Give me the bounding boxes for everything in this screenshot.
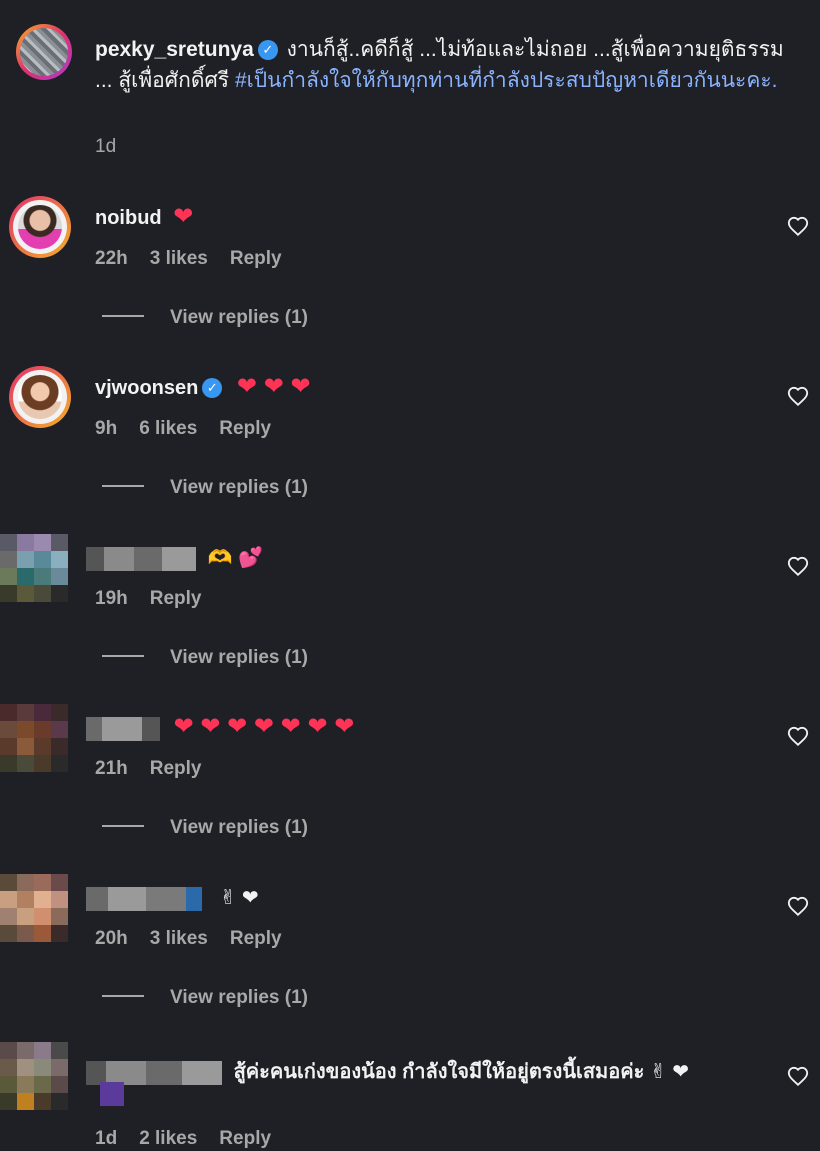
comment-username-blurred[interactable]	[86, 716, 160, 741]
comment-row-3: 🫶 💕	[86, 545, 263, 571]
comment-timestamp: 9h	[95, 418, 118, 439]
comment-avatar-blurred[interactable]	[0, 534, 68, 602]
reply-button[interactable]: Reply	[150, 758, 202, 779]
comment-meta: 22h 3 likes Reply	[95, 248, 304, 270]
comment-meta: 21h Reply	[95, 758, 224, 780]
divider	[102, 655, 144, 657]
comment-text: ❤	[173, 203, 194, 230]
comment-text: ✌ ❤	[219, 887, 259, 909]
comment-avatar-blurred[interactable]	[0, 874, 68, 942]
comment-timestamp: 20h	[95, 928, 128, 949]
caption-username[interactable]: pexky_sretunya	[95, 38, 254, 61]
heart-outline-icon[interactable]	[787, 216, 809, 238]
heart-outline-icon[interactable]	[787, 1066, 809, 1088]
view-replies-label: View replies (1)	[170, 477, 308, 498]
caption-avatar[interactable]	[16, 24, 72, 80]
view-replies-button[interactable]: View replies (1)	[102, 477, 308, 499]
comment-avatar[interactable]	[9, 366, 71, 428]
caption-timestamp: 1d	[95, 136, 117, 157]
comment-avatar-blurred[interactable]	[0, 704, 68, 772]
view-replies-button[interactable]: View replies (1)	[102, 987, 308, 1009]
comment-text: ❤ ❤ ❤	[236, 373, 311, 400]
comment-avatar[interactable]	[9, 196, 71, 258]
verified-badge-icon: ✓	[257, 40, 278, 60]
comment-row-2: vjwoonsen ✓ ❤ ❤ ❤	[95, 375, 317, 400]
divider	[102, 995, 144, 997]
view-replies-label: View replies (1)	[170, 647, 308, 668]
heart-outline-icon[interactable]	[787, 386, 809, 408]
avatar-image	[18, 205, 62, 249]
comment-row-6: สู้ค่ะคนเก่งของน้อง กำลังใจมีให้อยู่ตรงน…	[86, 1055, 689, 1087]
divider	[102, 315, 144, 317]
comment-row-5: ✌ ❤	[86, 885, 259, 911]
reply-button[interactable]: Reply	[219, 1128, 271, 1149]
comment-username[interactable]: noibud	[95, 207, 162, 229]
caption-avatar-image	[20, 28, 68, 76]
reply-button[interactable]: Reply	[219, 418, 271, 439]
comment-username-blurred[interactable]	[86, 546, 196, 571]
comment-timestamp: 1d	[95, 1128, 118, 1149]
view-replies-button[interactable]: View replies (1)	[102, 307, 308, 329]
post-caption: pexky_sretunya ✓ งานก็สู้..คดีก็สู้ ...ไม…	[95, 34, 795, 96]
comment-likes[interactable]: 3 likes	[150, 248, 208, 269]
heart-outline-icon[interactable]	[787, 726, 809, 748]
comment-text: สู้ค่ะคนเก่งของน้อง กำลังใจมีให้อยู่ตรงน…	[233, 1061, 689, 1083]
verified-badge-icon: ✓	[202, 378, 223, 398]
comment-avatar-blurred[interactable]	[0, 1042, 68, 1110]
reply-button[interactable]: Reply	[150, 588, 202, 609]
comment-row-4: ❤ ❤ ❤ ❤ ❤ ❤ ❤	[86, 715, 360, 741]
comment-username[interactable]: vjwoonsen	[95, 377, 198, 399]
blurred-fragment	[100, 1082, 124, 1106]
view-replies-label: View replies (1)	[170, 817, 308, 838]
comment-likes[interactable]: 6 likes	[139, 418, 197, 439]
comment-meta: 9h 6 likes Reply	[95, 418, 293, 440]
comment-text: 🫶 💕	[207, 547, 263, 569]
comment-timestamp: 19h	[95, 588, 128, 609]
divider	[102, 485, 144, 487]
comment-meta: 1d 2 likes Reply	[95, 1128, 293, 1150]
comment-timestamp: 21h	[95, 758, 128, 779]
comment-timestamp: 22h	[95, 248, 128, 269]
view-replies-button[interactable]: View replies (1)	[102, 817, 308, 839]
heart-outline-icon[interactable]	[787, 896, 809, 918]
view-replies-button[interactable]: View replies (1)	[102, 647, 308, 669]
comment-username-blurred[interactable]	[86, 886, 202, 911]
avatar-frame	[13, 200, 67, 254]
caption-hashtag[interactable]: #เป็นกำลังใจให้กับทุกท่านที่กำลังประสบปั…	[235, 69, 778, 92]
reply-button[interactable]: Reply	[230, 928, 282, 949]
comment-meta: 19h Reply	[95, 588, 224, 610]
comment-text: ❤ ❤ ❤ ❤ ❤ ❤ ❤	[173, 713, 355, 740]
divider	[102, 825, 144, 827]
avatar-image	[18, 375, 62, 419]
heart-outline-icon[interactable]	[787, 556, 809, 578]
comment-likes[interactable]: 2 likes	[139, 1128, 197, 1149]
comment-meta: 20h 3 likes Reply	[95, 928, 304, 950]
comment-likes[interactable]: 3 likes	[150, 928, 208, 949]
view-replies-label: View replies (1)	[170, 307, 308, 328]
avatar-frame	[13, 370, 67, 424]
view-replies-label: View replies (1)	[170, 987, 308, 1008]
reply-button[interactable]: Reply	[230, 248, 282, 269]
comment-row-1: noibud ❤	[95, 205, 199, 230]
